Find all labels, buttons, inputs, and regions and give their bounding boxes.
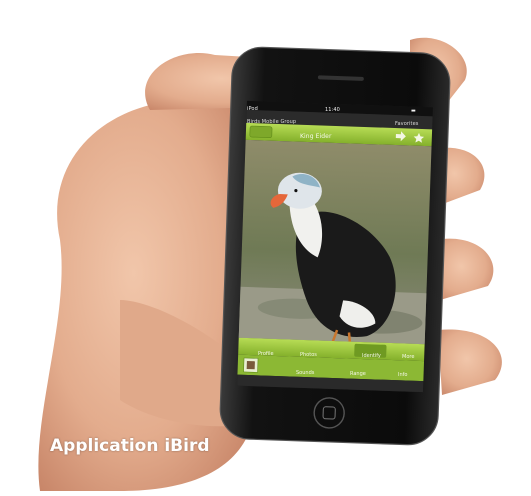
- tab-identify[interactable]: Identify: [362, 353, 381, 359]
- photo-scene: iPod 11:40 ▬ Birds Mobile Group Favorite…: [0, 0, 531, 491]
- app-title: Birds Mobile Group: [247, 119, 297, 125]
- tab-more[interactable]: More: [402, 354, 414, 360]
- status-time: 11:40: [325, 107, 340, 113]
- status-carrier: iPod: [247, 106, 258, 112]
- image-caption: Application iBird: [50, 436, 210, 456]
- toolbar-back-button: [249, 125, 273, 138]
- tab-photos[interactable]: Photos: [300, 352, 317, 358]
- finger-right-4: [438, 329, 502, 395]
- palm-shape: [38, 95, 251, 491]
- favorites-button[interactable]: Favorites: [395, 121, 419, 127]
- toolbar-title: King Eider: [300, 133, 332, 140]
- tab-profile[interactable]: Profile: [258, 351, 274, 357]
- hand-holding-ipod-illustration: [38, 37, 502, 491]
- home-button-icon: [313, 397, 345, 429]
- subtab-range[interactable]: Range: [350, 371, 366, 377]
- status-battery: ▬: [411, 108, 416, 114]
- subtab-info[interactable]: Info: [398, 372, 407, 378]
- subtab-sounds[interactable]: Sounds: [296, 370, 314, 376]
